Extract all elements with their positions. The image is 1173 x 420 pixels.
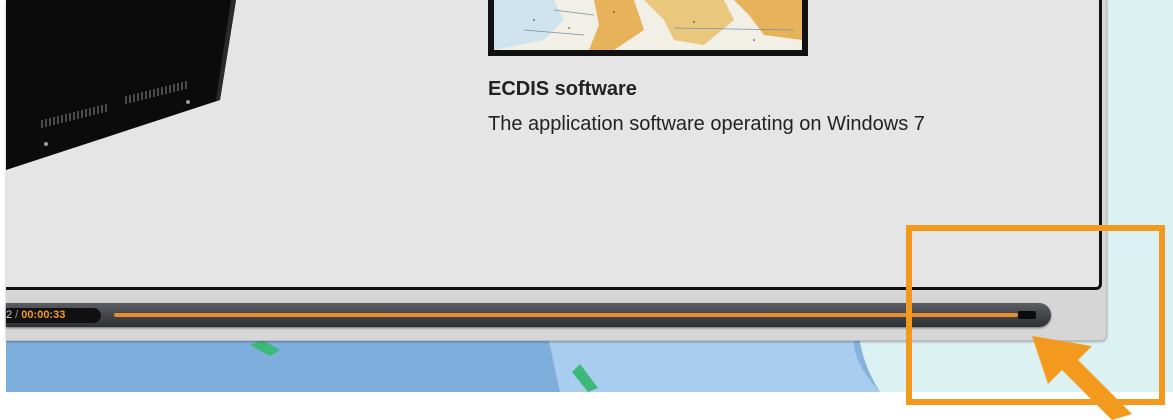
seek-progress: [114, 313, 1018, 317]
software-description: The application software operating on Wi…: [488, 113, 925, 135]
ecdis-chart-thumbnail: [488, 0, 808, 56]
pointer-arrow-icon: [1032, 336, 1132, 420]
time-display: 2 / 00:00:33: [6, 308, 101, 323]
total-duration: 00:00:33: [21, 309, 66, 321]
video-control-bar: 2 / 00:00:33: [6, 303, 1051, 327]
seek-bar[interactable]: [114, 311, 1036, 319]
monitor-image: [6, 0, 236, 170]
time-separator: /: [12, 309, 22, 321]
software-title: ECDIS software: [488, 78, 637, 100]
